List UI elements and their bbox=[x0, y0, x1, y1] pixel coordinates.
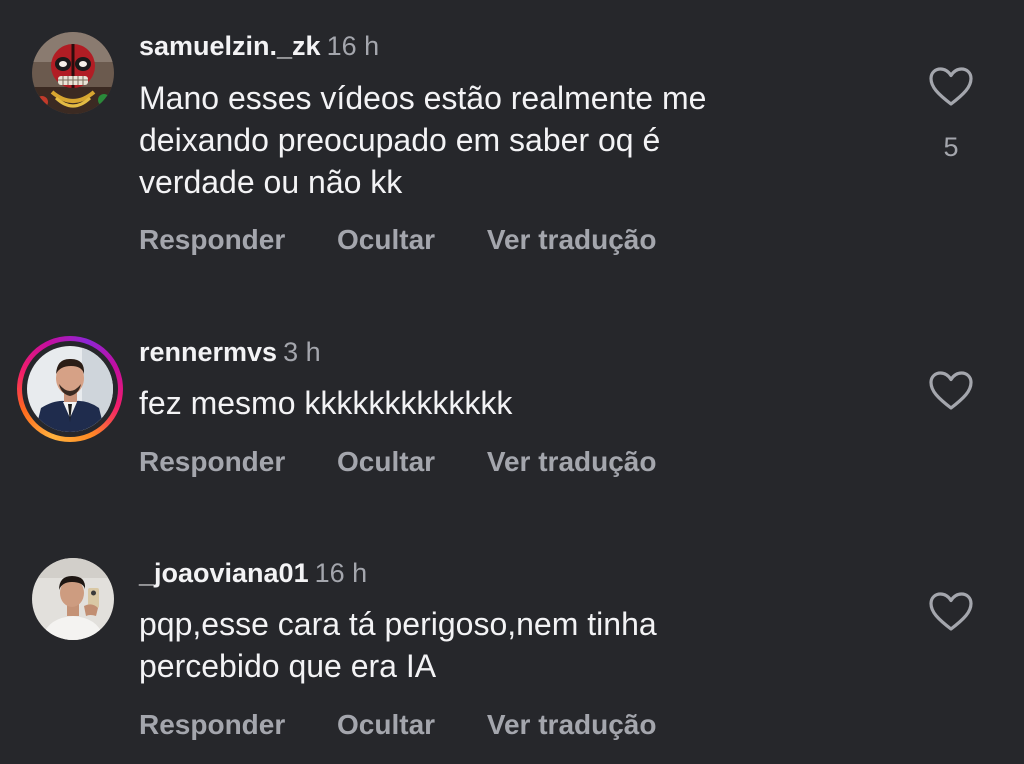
story-ring[interactable] bbox=[17, 336, 123, 442]
translate-button[interactable]: Ver tradução bbox=[487, 445, 657, 479]
comment-actions: Responder Ocultar Ver tradução bbox=[139, 708, 656, 742]
comment-text-line: verdade ou não kk bbox=[139, 164, 403, 200]
comment-text: pqp,esse cara tá perigoso,nem tinha perc… bbox=[139, 603, 859, 687]
avatar[interactable] bbox=[32, 32, 114, 114]
comment-text: fez mesmo kkkkkkkkkkkkk bbox=[139, 382, 859, 424]
heart-icon[interactable] bbox=[928, 66, 974, 108]
like-count: 5 bbox=[943, 132, 959, 162]
reply-button[interactable]: Responder bbox=[139, 445, 285, 479]
comment-header: samuelzin._zk 16 h bbox=[139, 30, 379, 62]
hide-button[interactable]: Ocultar bbox=[337, 223, 435, 257]
hide-button[interactable]: Ocultar bbox=[337, 445, 435, 479]
avatar bbox=[27, 346, 113, 432]
deadpool-avatar-icon bbox=[32, 32, 114, 114]
comment-actions: Responder Ocultar Ver tradução bbox=[139, 223, 656, 257]
comment-text-line: fez mesmo kkkkkkkkkkkkk bbox=[139, 385, 513, 421]
timestamp: 3 h bbox=[283, 337, 321, 367]
comment-header: rennermvs 3 h bbox=[139, 336, 321, 368]
comment-item: _joaoviana01 16 h pqp,esse cara tá perigo… bbox=[0, 540, 1024, 764]
comment-item: rennermvs 3 h fez mesmo kkkkkkkkkkkkk Res… bbox=[0, 290, 1024, 540]
reply-button[interactable]: Responder bbox=[139, 223, 285, 257]
heart-icon[interactable] bbox=[928, 370, 974, 412]
man-in-suit-avatar-icon bbox=[27, 346, 113, 432]
comment-text-line: deixando preocupado em saber oq é bbox=[139, 122, 661, 158]
username[interactable]: rennermvs bbox=[139, 337, 277, 367]
username[interactable]: samuelzin._zk bbox=[139, 31, 321, 61]
timestamp: 16 h bbox=[314, 558, 368, 588]
comment-header: _joaoviana01 16 h bbox=[139, 557, 367, 589]
comment-actions: Responder Ocultar Ver tradução bbox=[139, 445, 656, 479]
comment-text-line: pqp,esse cara tá perigoso,nem tinha bbox=[139, 606, 657, 642]
comment-text-line: percebido que era IA bbox=[139, 648, 437, 684]
avatar[interactable] bbox=[32, 558, 114, 640]
hide-button[interactable]: Ocultar bbox=[337, 708, 435, 742]
comment-item: samuelzin._zk 16 h Mano esses vídeos estã… bbox=[0, 0, 1024, 290]
timestamp: 16 h bbox=[326, 31, 380, 61]
username[interactable]: _joaoviana01 bbox=[139, 558, 309, 588]
translate-button[interactable]: Ver tradução bbox=[487, 223, 657, 257]
reply-button[interactable]: Responder bbox=[139, 708, 285, 742]
mirror-selfie-avatar-icon bbox=[32, 558, 114, 640]
translate-button[interactable]: Ver tradução bbox=[487, 708, 657, 742]
comment-text: Mano esses vídeos estão realmente me dei… bbox=[139, 77, 859, 203]
comment-text-line: Mano esses vídeos estão realmente me bbox=[139, 80, 707, 116]
heart-icon[interactable] bbox=[928, 591, 974, 633]
